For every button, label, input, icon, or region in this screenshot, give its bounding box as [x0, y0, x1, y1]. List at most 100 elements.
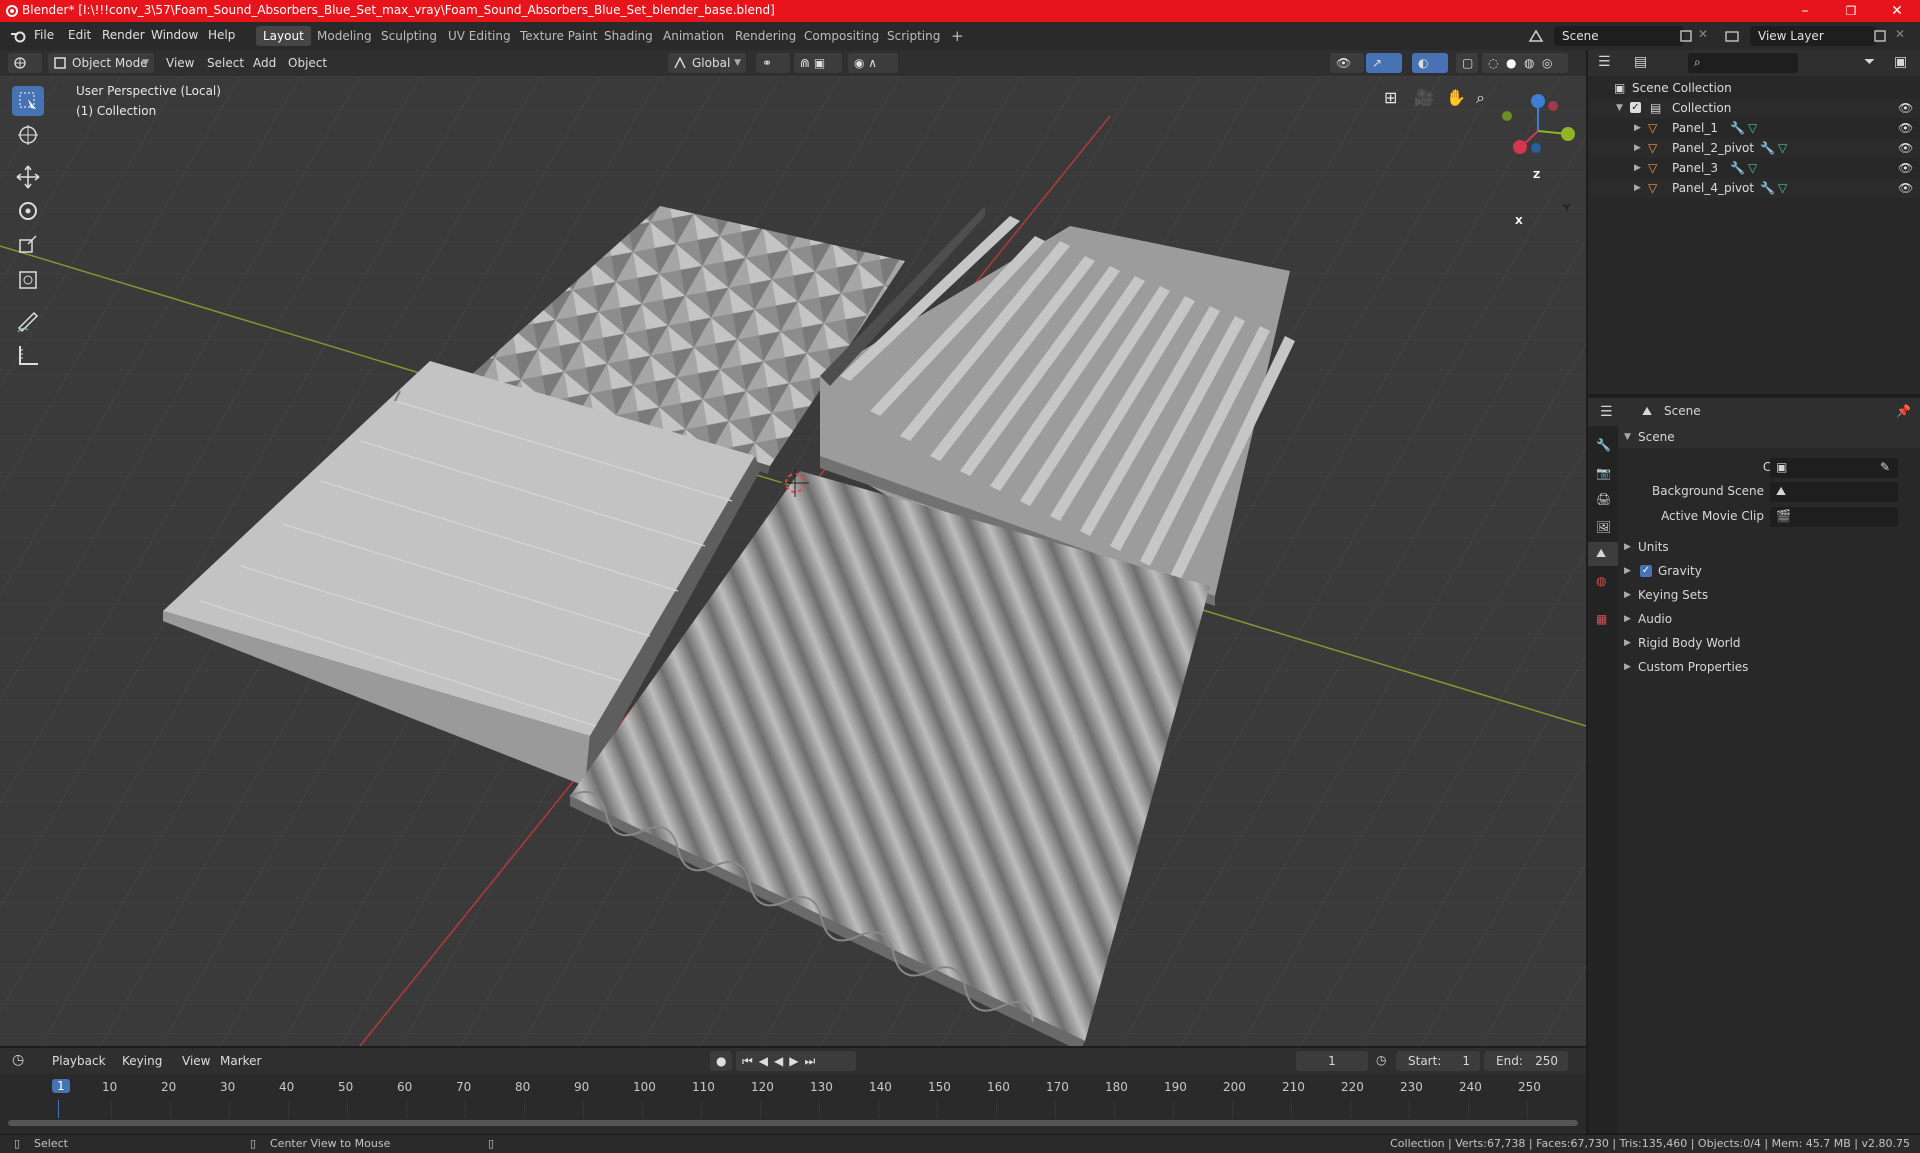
- 3d-viewport[interactable]: Z Y X User Perspective (Local) (1) Colle…: [0, 76, 1586, 1046]
- scene-selector[interactable]: Scene: [1554, 26, 1684, 46]
- view-layer-tab-icon[interactable]: 🖼: [1596, 520, 1611, 534]
- z-axis-gizmo[interactable]: [1531, 94, 1545, 108]
- outliner-search-input[interactable]: ⌕: [1688, 53, 1798, 73]
- menu-edit[interactable]: Edit: [68, 28, 91, 42]
- minimize-button[interactable]: –: [1782, 0, 1828, 22]
- annotate-tool[interactable]: [12, 306, 44, 336]
- timeline-scrollbar[interactable]: [8, 1120, 1578, 1126]
- outliner-editor-icon[interactable]: ☰: [1598, 54, 1611, 70]
- properties-editor-icon[interactable]: ☰: [1600, 404, 1613, 420]
- scale-tool[interactable]: [12, 231, 44, 261]
- display-mode-icon[interactable]: ▤: [1634, 54, 1647, 70]
- background-scene-field[interactable]: ⛰: [1770, 482, 1898, 502]
- modifier-wrench-icon[interactable]: 🔧: [1760, 138, 1775, 158]
- tab-compositing[interactable]: Compositing: [797, 26, 886, 46]
- menu-view[interactable]: View: [176, 1051, 216, 1071]
- playback-controls[interactable]: ⏮◀◀▶⏭: [736, 1051, 856, 1071]
- expand-arrow-icon[interactable]: ▼: [1616, 98, 1623, 118]
- pin-icon[interactable]: 📌: [1896, 404, 1911, 418]
- menu-playback[interactable]: Playback: [46, 1051, 112, 1071]
- outliner-row-panel-4-pivot[interactable]: ▶ ▽ Panel_4_pivot 🔧 ▽ 👁: [1588, 178, 1920, 198]
- audio-panel-header[interactable]: ▶ Audio: [1618, 608, 1920, 630]
- shading-mode-buttons[interactable]: ◌ ● ◍ ◎: [1482, 53, 1568, 73]
- tab-modeling[interactable]: Modeling: [310, 26, 379, 46]
- menu-add[interactable]: Add: [247, 53, 282, 73]
- current-frame-field[interactable]: 1: [1296, 1051, 1368, 1071]
- menu-window[interactable]: Window: [151, 28, 198, 42]
- snap-button[interactable]: ⋒ ▣: [794, 53, 842, 73]
- tab-animation[interactable]: Animation: [656, 26, 731, 46]
- select-box-tool[interactable]: [12, 86, 44, 116]
- menu-view[interactable]: View: [160, 53, 200, 73]
- end-frame-field[interactable]: End: 250: [1484, 1051, 1568, 1071]
- proportional-edit-button[interactable]: ◉ ∧: [848, 53, 898, 73]
- outliner-row-collection[interactable]: ▼ ✓ ▤ Collection 👁: [1588, 98, 1920, 118]
- modifier-wrench-icon[interactable]: 🔧: [1730, 118, 1745, 138]
- material-shading-icon[interactable]: ◍: [1524, 53, 1534, 73]
- tool-tab-icon[interactable]: 🔧: [1596, 438, 1611, 452]
- start-frame-field[interactable]: Start: 1: [1396, 1051, 1480, 1071]
- cursor-tool[interactable]: [12, 120, 44, 150]
- expand-arrow-icon[interactable]: ▶: [1634, 158, 1641, 178]
- expand-arrow-icon[interactable]: ▶: [1634, 138, 1641, 158]
- menu-file[interactable]: File: [34, 28, 54, 42]
- record-button[interactable]: ●: [710, 1051, 732, 1071]
- tab-layout[interactable]: Layout: [256, 26, 311, 46]
- mesh-data-icon[interactable]: ▽: [1778, 178, 1787, 198]
- custom-properties-panel-header[interactable]: ▶ Custom Properties: [1618, 656, 1920, 678]
- mesh-data-icon[interactable]: ▽: [1748, 158, 1757, 178]
- timeline-editor-icon[interactable]: ◷: [12, 1052, 24, 1068]
- scene-tab[interactable]: ⛰: [1588, 542, 1618, 566]
- expand-arrow-icon[interactable]: ▶: [1634, 178, 1641, 198]
- viewport-scene[interactable]: [0, 76, 1586, 1046]
- tab-sculpting[interactable]: Sculpting: [374, 26, 444, 46]
- pan-hand-icon[interactable]: ✋: [1446, 88, 1466, 107]
- gravity-checkbox[interactable]: ✓: [1640, 565, 1652, 577]
- menu-select[interactable]: Select: [201, 53, 250, 73]
- y-axis-gizmo[interactable]: [1561, 127, 1575, 141]
- outliner-row-panel-3[interactable]: ▶ ▽ Panel_3 🔧 ▽ 👁: [1588, 158, 1920, 178]
- eye-icon[interactable]: 👁: [1898, 158, 1913, 178]
- scene-panel-header[interactable]: ▼ Scene: [1618, 426, 1920, 448]
- filter-icon[interactable]: ⏷: [1864, 54, 1875, 70]
- tab-rendering[interactable]: Rendering: [728, 26, 803, 46]
- collection-checkbox[interactable]: ✓: [1630, 102, 1641, 113]
- view-layer-icon[interactable]: [1724, 28, 1740, 44]
- transform-tool[interactable]: [12, 265, 44, 295]
- outliner-row-panel-1[interactable]: ▶ ▽ Panel_1 🔧 ▽ 👁: [1588, 118, 1920, 138]
- render-tab-icon[interactable]: 📷: [1596, 466, 1611, 480]
- rotate-tool[interactable]: [12, 196, 44, 226]
- maximize-button[interactable]: ❐: [1828, 0, 1874, 22]
- solid-shading-icon[interactable]: ●: [1506, 53, 1516, 73]
- menu-marker[interactable]: Marker: [214, 1051, 267, 1071]
- wireframe-shading-icon[interactable]: ◌: [1488, 53, 1498, 73]
- camera-view-icon[interactable]: 🎥: [1414, 88, 1434, 107]
- rigid-body-world-panel-header[interactable]: ▶ Rigid Body World: [1618, 632, 1920, 654]
- tab-shading[interactable]: Shading: [597, 26, 660, 46]
- outliner-row-scene-collection[interactable]: ▣ Scene Collection: [1588, 78, 1920, 98]
- eye-icon[interactable]: 👁: [1898, 138, 1913, 158]
- mode-selector[interactable]: Object Mode ▼: [48, 53, 154, 73]
- clock-icon[interactable]: ◷: [1376, 1053, 1386, 1067]
- tab-uv-editing[interactable]: UV Editing: [441, 26, 518, 46]
- editor-type-button[interactable]: [8, 53, 42, 73]
- scene-icon[interactable]: [1528, 28, 1544, 44]
- gizmo-toggle-button[interactable]: ↗: [1366, 53, 1402, 73]
- playback-icons[interactable]: ⏮◀◀▶⏭: [742, 1054, 821, 1068]
- new-scene-icon[interactable]: [1678, 28, 1694, 44]
- add-workspace-button[interactable]: +: [944, 26, 971, 46]
- overlay-toggle-button[interactable]: ◐: [1412, 53, 1448, 73]
- measure-tool[interactable]: [12, 340, 44, 370]
- transform-orientation-selector[interactable]: Global ▼: [668, 53, 746, 73]
- new-view-layer-icon[interactable]: [1872, 28, 1888, 44]
- rendered-shading-icon[interactable]: ◎: [1542, 53, 1552, 73]
- delete-view-layer-icon[interactable]: ✕: [1895, 27, 1905, 41]
- move-tool[interactable]: [12, 162, 44, 192]
- units-panel-header[interactable]: ▶ Units: [1618, 536, 1920, 558]
- delete-scene-icon[interactable]: ✕: [1698, 27, 1708, 41]
- camera-field[interactable]: ▣ ✎: [1770, 458, 1898, 478]
- modifier-wrench-icon[interactable]: 🔧: [1760, 178, 1775, 198]
- visibility-button[interactable]: 👁: [1330, 53, 1364, 73]
- menu-keying[interactable]: Keying: [116, 1051, 168, 1071]
- modifier-wrench-icon[interactable]: 🔧: [1730, 158, 1745, 178]
